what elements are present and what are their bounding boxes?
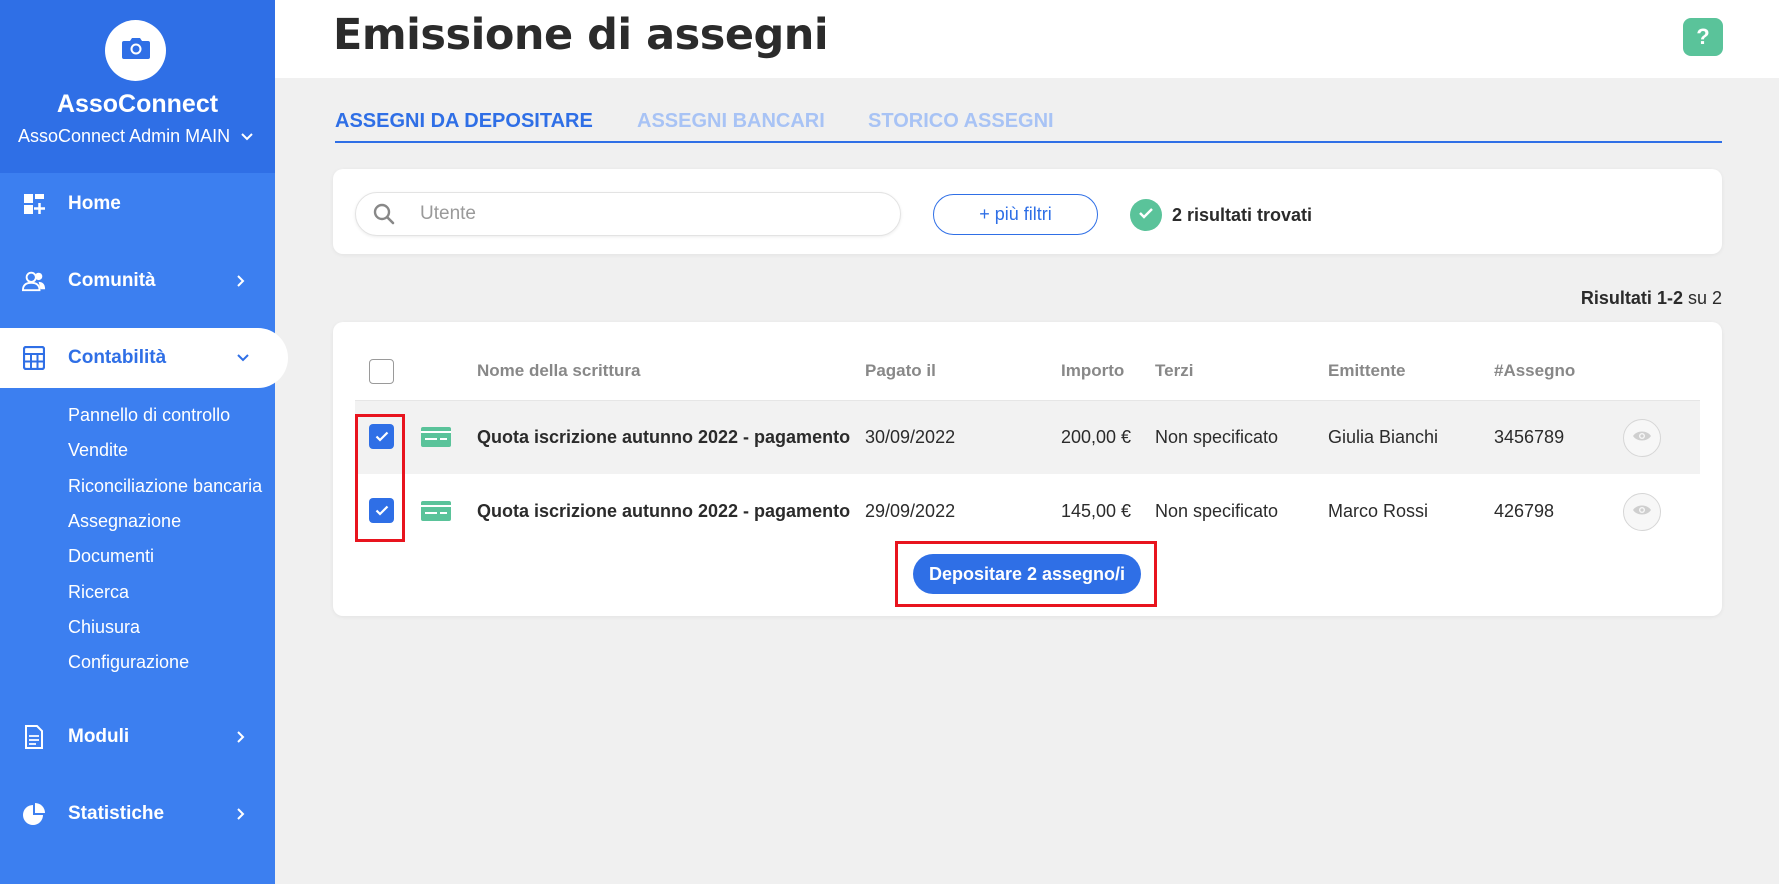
subitem-control-panel[interactable]: Pannello di controllo	[68, 405, 230, 426]
more-filters-button[interactable]: + più filtri	[933, 194, 1098, 235]
cell-amount: 200,00 €	[1061, 427, 1132, 447]
dashboard-icon	[22, 192, 46, 216]
sidebar-header: AssoConnect AssoConnect Admin MAIN	[0, 0, 275, 173]
column-header-paid-on[interactable]: Pagato il	[865, 361, 936, 381]
chevron-right-icon	[236, 274, 246, 288]
account-switcher[interactable]: AssoConnect Admin MAIN	[18, 126, 254, 147]
chevron-down-icon	[236, 353, 250, 363]
results-range: 1-2	[1656, 288, 1683, 308]
page-title: Emissione di assegni	[333, 10, 829, 60]
cell-paid-on: 30/09/2022	[865, 427, 956, 447]
account-name: AssoConnect Admin MAIN	[18, 126, 231, 146]
view-button[interactable]	[1623, 419, 1661, 457]
subitem-documents[interactable]: Documenti	[68, 546, 154, 567]
subitem-assignment[interactable]: Assegnazione	[68, 511, 181, 532]
tab-bank-cheques[interactable]: ASSEGNI BANCARI	[637, 110, 825, 133]
cell-third-party: Non specificato	[1155, 427, 1279, 447]
cell-third-party: Non specificato	[1155, 501, 1279, 521]
chevron-down-icon	[240, 126, 254, 147]
subitem-closing[interactable]: Chiusura	[68, 617, 140, 638]
cheque-icon	[421, 427, 451, 447]
sidebar-item-forms[interactable]: Moduli	[0, 707, 275, 767]
view-button[interactable]	[1623, 493, 1661, 531]
results-check-badge	[1130, 199, 1162, 231]
org-name: AssoConnect	[56, 90, 219, 118]
sidebar-item-label: Statistiche	[68, 803, 165, 824]
help-button[interactable]: ?	[1683, 18, 1723, 56]
checkbox-highlight-box	[355, 414, 405, 542]
eye-icon	[1632, 429, 1652, 447]
select-all-checkbox[interactable]	[369, 359, 394, 384]
results-label: Risultati	[1580, 288, 1652, 308]
cell-cheque-number: 426798	[1494, 501, 1555, 521]
cell-issuer: Giulia Bianchi	[1328, 427, 1439, 447]
subitem-sales[interactable]: Vendite	[68, 440, 128, 461]
results-found-text: 2 risultati trovati	[1172, 205, 1313, 225]
sidebar-item-label: Contabilità	[68, 347, 167, 368]
sidebar-item-label: Moduli	[68, 726, 130, 747]
sidebar-item-label: Home	[68, 193, 121, 214]
sidebar: AssoConnect AssoConnect Admin MAIN Home	[0, 0, 288, 884]
column-header-amount[interactable]: Importo	[1061, 361, 1124, 381]
chevron-right-icon	[236, 730, 246, 744]
sidebar-item-accounting[interactable]: Contabilità	[0, 328, 288, 388]
results-total: su 2	[1687, 288, 1722, 308]
cell-name: Quota iscrizione autunno 2022 - pagament…	[477, 501, 851, 521]
tabs-underline	[335, 141, 1722, 143]
community-icon	[22, 269, 46, 293]
cell-paid-on: 29/09/2022	[865, 501, 956, 521]
cell-issuer: Marco Rossi	[1328, 501, 1429, 521]
column-header-issuer[interactable]: Emittente	[1328, 361, 1405, 381]
cheque-icon	[421, 501, 451, 521]
column-header-third-party[interactable]: Terzi	[1155, 361, 1193, 381]
cell-name: Quota iscrizione autunno 2022 - pagament…	[477, 427, 851, 447]
chevron-right-icon	[236, 807, 246, 821]
sidebar-item-community[interactable]: Comunità	[0, 251, 275, 311]
sidebar-item-label: Comunità	[68, 270, 156, 291]
question-icon: ?	[1696, 24, 1710, 49]
tab-cheque-history[interactable]: STORICO ASSEGNI	[868, 110, 1054, 133]
search-input[interactable]	[420, 200, 880, 228]
check-icon	[1138, 206, 1154, 224]
sidebar-item-home[interactable]: Home	[0, 174, 275, 234]
org-logo[interactable]	[105, 20, 166, 81]
subitem-search[interactable]: Ricerca	[68, 582, 129, 603]
search-icon	[373, 203, 395, 225]
deposit-highlight-box	[895, 541, 1157, 607]
tab-cheques-to-deposit[interactable]: ASSEGNI DA DEPOSITARE	[335, 110, 593, 133]
results-count: Risultati 1-2 su 2	[1581, 288, 1722, 309]
cell-amount: 145,00 €	[1061, 501, 1132, 521]
column-header-name[interactable]: Nome della scrittura	[477, 361, 640, 381]
camera-icon	[121, 35, 151, 66]
column-header-cheque-number[interactable]: #Assegno	[1494, 361, 1575, 381]
cell-cheque-number: 3456789	[1494, 427, 1565, 447]
subitem-configuration[interactable]: Configurazione	[68, 652, 189, 673]
subitem-bank-reconciliation[interactable]: Riconciliazione bancaria	[68, 476, 262, 497]
document-icon	[22, 725, 46, 749]
sidebar-item-statistics[interactable]: Statistiche	[0, 784, 275, 844]
eye-icon	[1632, 503, 1652, 521]
calculator-icon	[22, 346, 46, 370]
chart-icon	[22, 802, 46, 826]
